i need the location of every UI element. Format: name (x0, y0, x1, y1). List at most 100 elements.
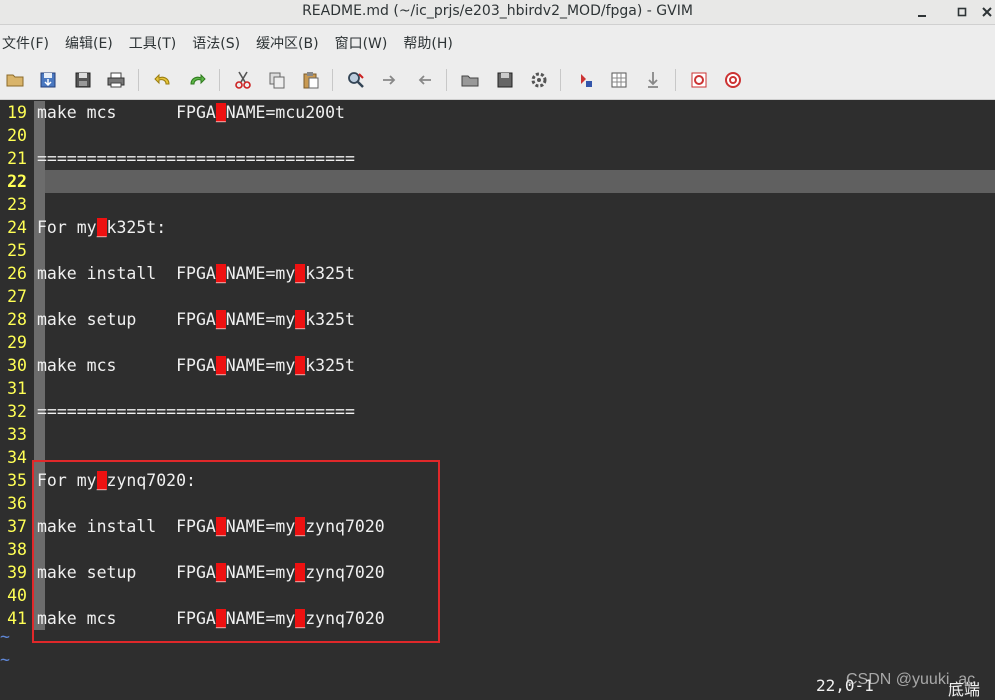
line-text: For my_k325t: (37, 216, 166, 239)
load-session-icon[interactable] (458, 68, 482, 92)
text-segment: For my (37, 218, 97, 237)
find-next-icon[interactable] (378, 68, 402, 92)
text-segment: NAME=my (225, 310, 296, 329)
text-line[interactable]: 23 (0, 193, 995, 216)
line-number: 28 (7, 310, 27, 329)
text-line[interactable]: 24 For my_k325t: (0, 216, 995, 239)
text-line[interactable]: 27 (0, 285, 995, 308)
line-number: 24 (7, 218, 27, 237)
fold-column (34, 124, 45, 147)
fold-column (34, 239, 45, 262)
text-line[interactable]: 21 ================================ (0, 147, 995, 170)
line-number: 27 (7, 287, 27, 306)
redo-icon[interactable] (185, 68, 209, 92)
line-text: ================================ (37, 400, 355, 423)
line-number: 22 (7, 172, 27, 191)
line-text: make setup FPGA_NAME=my_k325t (37, 308, 355, 331)
error-highlight: _ (215, 103, 226, 122)
menu-window[interactable]: 窗口(W) (335, 33, 388, 53)
line-number: 29 (7, 333, 27, 352)
find-replace-icon[interactable] (344, 68, 368, 92)
line-number: 20 (7, 126, 27, 145)
tilde-marker: ~ (0, 650, 10, 669)
toolbar-separator (332, 69, 333, 91)
minimize-icon[interactable] (910, 2, 934, 22)
text-line[interactable]: 32 ================================ (0, 400, 995, 423)
fold-column (34, 170, 45, 193)
undo-icon[interactable] (151, 68, 175, 92)
text-segment: k325t (305, 264, 355, 283)
save-session-icon[interactable] (493, 68, 517, 92)
save-icon[interactable] (36, 68, 60, 92)
text-segment: k325t: (106, 218, 167, 237)
scroll-position: 底端 (948, 680, 981, 699)
text-line[interactable]: 19 make mcs FPGA_NAME=mcu200t (0, 101, 995, 124)
make-icon[interactable] (573, 68, 597, 92)
find-help-icon[interactable] (721, 68, 745, 92)
menu-syntax[interactable]: 语法(S) (192, 33, 240, 53)
line-number: 19 (7, 103, 27, 122)
text-segment: k325t (305, 310, 355, 329)
menu-buffers[interactable]: 缓冲区(B) (256, 33, 319, 53)
toolbar-separator (675, 69, 676, 91)
editor-area[interactable]: 19 make mcs FPGA_NAME=mcu200t 20 21 ========… (0, 100, 995, 700)
current-line[interactable]: 22 (0, 170, 995, 193)
text-line[interactable]: 28 make setup FPGA_NAME=my_k325t (0, 308, 995, 331)
menu-edit[interactable]: 编辑(E) (65, 33, 113, 53)
toolbar-separator (219, 69, 220, 91)
line-text: ================================ (37, 147, 355, 170)
text-segment: k325t (305, 356, 355, 375)
maximize-icon[interactable] (950, 2, 974, 22)
line-number: 23 (7, 195, 27, 214)
paste-icon[interactable] (299, 68, 323, 92)
menu-file[interactable]: 文件(F) (2, 33, 49, 53)
line-number: 40 (7, 586, 27, 605)
line-number: 21 (7, 149, 27, 168)
text-segment: make mcs FPGA (37, 356, 216, 375)
copy-icon[interactable] (265, 68, 289, 92)
error-highlight: _ (295, 356, 306, 375)
text-line[interactable]: 26 make install FPGA_NAME=my_k325t (0, 262, 995, 285)
tilde-marker: ~ (0, 627, 10, 646)
text-segment: make setup FPGA (37, 310, 216, 329)
close-icon[interactable] (975, 2, 995, 22)
print-icon[interactable] (104, 68, 128, 92)
text-line[interactable]: 29 (0, 331, 995, 354)
text-segment: NAME=my (225, 264, 296, 283)
line-number: 39 (7, 563, 27, 582)
annotation-highlight-box (32, 460, 440, 643)
text-segment: NAME=my (225, 356, 296, 375)
find-prev-icon[interactable] (412, 68, 436, 92)
line-number: 31 (7, 379, 27, 398)
run-shell-icon[interactable] (607, 68, 631, 92)
text-segment: make install FPGA (37, 264, 216, 283)
menu-help[interactable]: 帮助(H) (403, 33, 452, 53)
menu-tools[interactable]: 工具(T) (129, 33, 176, 53)
cut-icon[interactable] (231, 68, 255, 92)
error-highlight: _ (215, 264, 226, 283)
open-icon[interactable] (3, 68, 27, 92)
text-line[interactable]: 31 (0, 377, 995, 400)
line-number: 35 (7, 471, 27, 490)
line-number: 26 (7, 264, 27, 283)
text-line[interactable]: 30 make mcs FPGA_NAME=my_k325t (0, 354, 995, 377)
save-all-icon[interactable] (71, 68, 95, 92)
error-highlight: _ (215, 356, 226, 375)
line-number: 37 (7, 517, 27, 536)
text-line[interactable]: 33 (0, 423, 995, 446)
text-line[interactable]: 20 (0, 124, 995, 147)
fold-column (34, 423, 45, 446)
error-highlight: _ (295, 310, 306, 329)
run-script-icon[interactable] (527, 68, 551, 92)
help-icon[interactable] (687, 68, 711, 92)
toolbar (0, 61, 995, 100)
text-segment: NAME=mcu200t (225, 103, 345, 122)
menu-bar: 文件(F) 编辑(E) 工具(T) 语法(S) 缓冲区(B) 窗口(W) 帮助(… (0, 25, 995, 61)
line-text: make install FPGA_NAME=my_k325t (37, 262, 355, 285)
text-line[interactable]: 25 (0, 239, 995, 262)
window-title: README.md (~/ic_prjs/e203_hbirdv2_MOD/fp… (302, 3, 693, 19)
line-text: make mcs FPGA_NAME=my_k325t (37, 354, 355, 377)
tag-jump-icon[interactable] (641, 68, 665, 92)
line-number: 30 (7, 356, 27, 375)
fold-column (34, 377, 45, 400)
